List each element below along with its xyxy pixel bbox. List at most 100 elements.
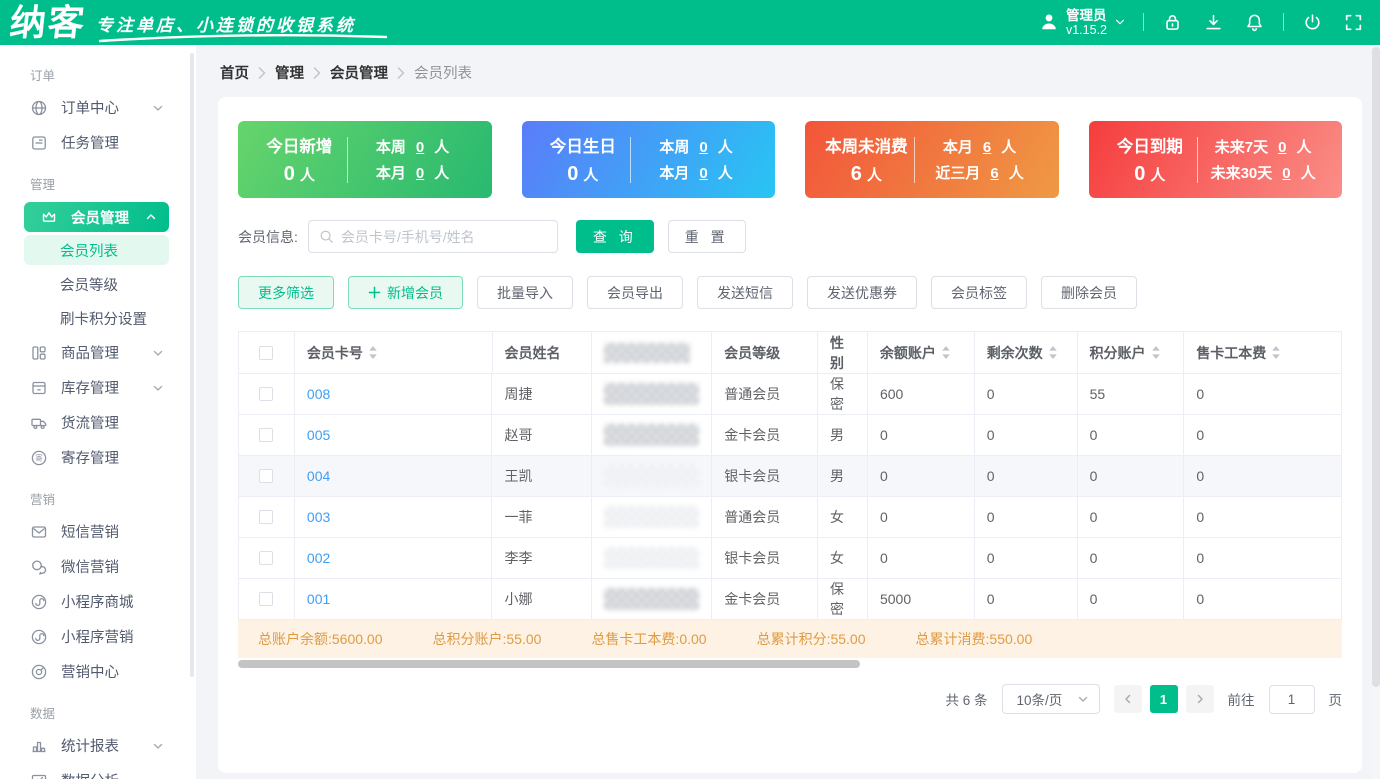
table-header-row: 会员卡号 会员姓名 会员等级 性别 余额账户 剩余次数 积分账户 售卡工本费 [239,332,1341,374]
member-card-link[interactable]: 003 [307,509,330,525]
sidebar-item-task-management[interactable]: 任务管理 [0,125,196,160]
row-checkbox[interactable] [259,551,273,565]
page-scrollbar-thumb[interactable] [1372,47,1380,687]
sidebar-item-data-analysis[interactable]: 数据分析 [0,763,196,779]
fullscreen-icon [1343,12,1364,33]
breadcrumb-separator-icon [258,67,266,79]
member-times: 0 [975,579,1078,619]
download-button[interactable] [1201,10,1226,35]
stat-line-value[interactable]: 0 [1282,165,1290,182]
breadcrumb-home[interactable]: 首页 [220,62,249,83]
lock-screen-button[interactable] [1160,10,1185,35]
search-input[interactable] [341,229,547,245]
power-icon [1302,12,1323,33]
sidebar-item-sms-marketing[interactable]: 短信营销 [0,514,196,549]
batch-import-button[interactable]: 批量导入 [477,276,573,309]
member-card-link[interactable]: 004 [307,468,330,484]
search-button[interactable]: 查 询 [576,220,654,253]
stat-line-value[interactable]: 6 [983,139,991,156]
member-card-link[interactable]: 008 [307,386,330,402]
sidebar-item-label: 货流管理 [61,412,119,433]
row-checkbox[interactable] [259,387,273,401]
stat-title: 今日新增 [252,133,347,157]
more-filter-button[interactable]: 更多筛选 [238,276,334,309]
divider [1283,13,1284,31]
reset-button[interactable]: 重 置 [668,220,746,253]
sidebar-subitem-member-list[interactable]: 会员列表 [24,235,169,265]
goto-page-input[interactable] [1269,685,1315,714]
sidebar-item-inventory-management[interactable]: 库存管理 [0,370,196,405]
sort-icon[interactable] [368,345,378,360]
member-level: 普通会员 [712,497,818,537]
page-number-button[interactable]: 1 [1150,685,1178,713]
row-checkbox[interactable] [259,510,273,524]
monitor-icon [30,772,48,779]
tagline-underline [98,34,388,44]
summary-total-points: 总积分账户:55.00 [433,629,542,649]
sidebar-item-miniprogram-mall[interactable]: 小程序商城 [0,584,196,619]
user-name: 管理员 [1066,8,1107,24]
sidebar-item-miniprogram-marketing[interactable]: 小程序营销 [0,619,196,654]
sidebar-item-deposit-management[interactable]: 寄 寄存管理 [0,440,196,475]
notifications-button[interactable] [1242,10,1267,35]
member-card-link[interactable]: 005 [307,427,330,443]
sidebar-item-marketing-center[interactable]: 营销中心 [0,654,196,689]
page-scrollbar[interactable] [1372,45,1380,779]
sidebar-scrollbar[interactable] [190,53,194,677]
sidebar-item-wechat-marketing[interactable]: 微信营销 [0,549,196,584]
member-card-link[interactable]: 002 [307,550,330,566]
row-checkbox[interactable] [259,428,273,442]
stat-line-value[interactable]: 6 [990,165,998,182]
stat-unit: 人 [1001,136,1016,157]
add-member-button[interactable]: 新增会员 [348,276,463,309]
user-menu[interactable]: 管理员 v1.15.2 [1038,8,1127,38]
breadcrumb-member-management[interactable]: 会员管理 [330,62,388,83]
stat-line-value[interactable]: 0 [699,139,707,156]
stat-count: 0 [567,163,578,185]
sort-icon[interactable] [1271,345,1281,360]
horizontal-scrollbar-thumb[interactable] [238,660,860,668]
select-all-checkbox[interactable] [259,346,273,360]
send-coupon-button[interactable]: 发送优惠券 [807,276,917,309]
next-page-button[interactable] [1186,685,1214,713]
page-size-select[interactable]: 10条/页 [1002,684,1100,714]
lock-icon [1162,12,1183,33]
sidebar-item-logistics-management[interactable]: 货流管理 [0,405,196,440]
deposit-icon: 寄 [30,449,48,467]
stat-line-value[interactable]: 0 [416,165,424,182]
member-gender: 男 [818,456,868,496]
member-card-link[interactable]: 001 [307,591,330,607]
sidebar-section-orders: 订单 [0,59,196,90]
member-tag-button[interactable]: 会员标签 [931,276,1027,309]
stat-line-value[interactable]: 0 [416,139,424,156]
sort-icon[interactable] [941,345,951,360]
member-level: 普通会员 [712,374,818,414]
member-gender: 保密 [818,374,868,414]
stat-line-value[interactable]: 0 [699,165,707,182]
sort-icon[interactable] [1048,345,1058,360]
stat-line-value[interactable]: 0 [1278,139,1286,156]
member-fee: 0 [1184,415,1341,455]
delete-member-button[interactable]: 删除会员 [1041,276,1137,309]
sidebar-item-order-center[interactable]: 订单中心 [0,90,196,125]
send-sms-button[interactable]: 发送短信 [697,276,793,309]
prev-page-button[interactable] [1114,685,1142,713]
chevron-right-icon [1194,693,1206,705]
sort-icon[interactable] [1151,345,1161,360]
sidebar-item-goods-management[interactable]: 商品管理 [0,335,196,370]
sidebar-item-label: 统计报表 [61,735,119,756]
sidebar-subitem-card-points-settings[interactable]: 刷卡积分设置 [0,301,196,335]
fullscreen-button[interactable] [1341,10,1366,35]
sidebar-subitem-member-level[interactable]: 会员等级 [0,267,196,301]
sidebar-item-member-management[interactable]: 会员管理 [24,202,169,232]
member-export-button[interactable]: 会员导出 [587,276,683,309]
stat-unit: 人 [718,162,733,183]
breadcrumb-management[interactable]: 管理 [275,62,304,83]
sidebar-item-statistics-reports[interactable]: 统计报表 [0,728,196,763]
member-points: 55 [1078,374,1185,414]
logout-button[interactable] [1300,10,1325,35]
member-points: 0 [1078,415,1185,455]
member-points: 0 [1078,456,1185,496]
row-checkbox[interactable] [259,469,273,483]
row-checkbox[interactable] [259,592,273,606]
